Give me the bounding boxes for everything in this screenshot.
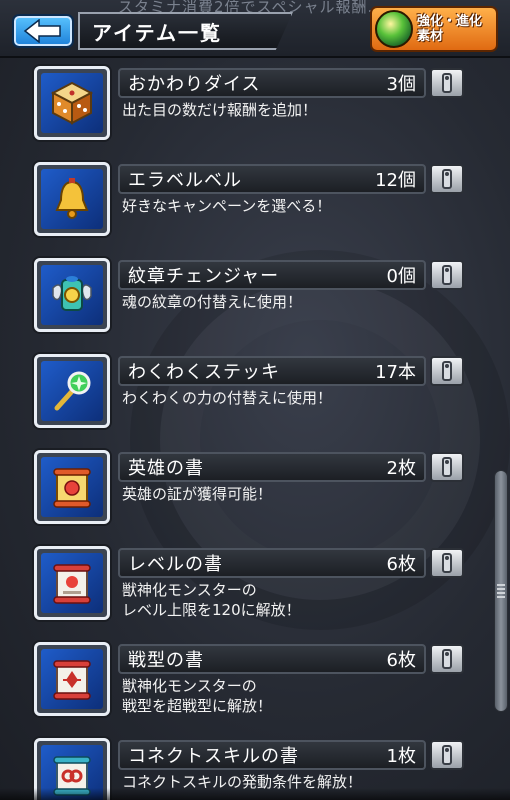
info-button[interactable]: [430, 356, 464, 386]
info-icon: [442, 457, 452, 477]
item-icon-frame: [34, 546, 110, 620]
info-button[interactable]: [430, 548, 464, 578]
item-name-bar: 戦型の書 6枚: [118, 644, 426, 674]
list-item: エラベルベル 12個 好きなキャンペーンを選べる！: [0, 156, 490, 246]
page-title: アイテム一覧: [78, 12, 293, 50]
item-icon-frame: [34, 162, 110, 236]
item-name-bar: 紋章チェンジャー 0個: [118, 260, 426, 290]
item-count: 12個: [375, 170, 416, 191]
item-name: 英雄の書: [128, 458, 204, 479]
item-description: 獣神化モンスターの 戦型を超戦型に解放！: [122, 677, 273, 715]
info-icon: [442, 265, 452, 285]
item-icon-frame: [34, 66, 110, 140]
item-description: 獣神化モンスターの レベル上限を120に解放！: [122, 581, 301, 619]
item-name-bar: レベルの書 6枚: [118, 548, 426, 578]
list-item: 戦型の書 6枚 獣神化モンスターの 戦型を超戦型に解放！: [0, 636, 490, 726]
item-description: 好きなキャンペーンを選べる！: [122, 197, 332, 215]
item-count: 0個: [386, 266, 416, 287]
item-icon-frame: [34, 258, 110, 332]
item-count: 3個: [386, 74, 416, 95]
item-name: おかわりダイス: [128, 74, 261, 95]
scrollbar-thumb[interactable]: [494, 470, 508, 712]
item-name: 戦型の書: [128, 650, 204, 671]
info-button[interactable]: [430, 644, 464, 674]
list-item: おかわりダイス 3個 出た目の数だけ報酬を追加！: [0, 60, 490, 150]
item-name-bar: コネクトスキルの書 1枚: [118, 740, 426, 770]
item-name-bar: おかわりダイス 3個: [118, 68, 426, 98]
info-button[interactable]: [430, 164, 464, 194]
battle-type-scroll-icon: [53, 660, 91, 700]
item-name: エラベルベル: [128, 170, 242, 191]
crest-changer-icon: [52, 276, 92, 311]
item-count: 2枚: [386, 458, 416, 479]
item-icon-frame: [34, 642, 110, 716]
item-name-bar: エラベルベル 12個: [118, 164, 426, 194]
item-name: 紋章チェンジャー: [128, 266, 280, 287]
item-count: 6枚: [386, 650, 416, 671]
bottom-fade: [0, 788, 510, 800]
item-icon-frame: [34, 354, 110, 428]
header-bar: スタミナ消費2倍でスペシャル報酬… アイテム一覧 強化・進化 素材: [0, 0, 510, 58]
item-description: 魂の紋章の付替えに使用！: [122, 293, 303, 311]
list-item: レベルの書 6枚 獣神化モンスターの レベル上限を120に解放！: [0, 540, 490, 630]
dice-icon: [50, 81, 94, 125]
bell-icon: [55, 178, 89, 219]
info-button[interactable]: [430, 740, 464, 770]
materials-button-label: 強化・進化 素材: [417, 14, 483, 44]
item-name: レベルの書: [128, 554, 223, 575]
list-item: 英雄の書 2枚 英雄の証が獲得可能！: [0, 444, 490, 534]
info-icon: [442, 361, 452, 381]
item-name: わくわくステッキ: [128, 362, 280, 383]
wand-icon: [54, 371, 91, 411]
info-icon: [442, 745, 452, 765]
back-button[interactable]: [12, 14, 74, 48]
info-button[interactable]: [430, 260, 464, 290]
item-name: コネクトスキルの書: [128, 746, 299, 767]
materials-orb-icon: [375, 10, 413, 48]
list-item: わくわくステッキ 17本 わくわくの力の付替えに使用！: [0, 348, 490, 438]
level-scroll-icon: [53, 564, 91, 604]
page-title-text: アイテム一覧: [92, 20, 222, 45]
info-button[interactable]: [430, 68, 464, 98]
back-arrow-icon: [23, 19, 61, 43]
info-button[interactable]: [430, 452, 464, 482]
hero-scroll-icon: [53, 468, 91, 508]
info-icon: [442, 553, 452, 573]
info-icon: [442, 169, 452, 189]
materials-button[interactable]: 強化・進化 素材: [370, 6, 498, 52]
item-description: わくわくの力の付替えに使用！: [122, 389, 333, 407]
item-count: 1枚: [386, 746, 416, 767]
item-count: 6枚: [386, 554, 416, 575]
item-icon-frame: [34, 450, 110, 524]
item-name-bar: 英雄の書 2枚: [118, 452, 426, 482]
info-icon: [442, 649, 452, 669]
item-description: 英雄の証が獲得可能！: [122, 485, 273, 503]
item-description: 出た目の数だけ報酬を追加！: [122, 101, 318, 119]
scrollbar-grip-icon: [497, 584, 505, 598]
item-name-bar: わくわくステッキ 17本: [118, 356, 426, 386]
item-count: 17本: [375, 362, 416, 383]
list-item: 紋章チェンジャー 0個 魂の紋章の付替えに使用！: [0, 252, 490, 342]
item-list[interactable]: おかわりダイス 3個 出た目の数だけ報酬を追加！ エラベルベル 12個 好きなキ…: [0, 58, 510, 800]
info-icon: [442, 73, 452, 93]
